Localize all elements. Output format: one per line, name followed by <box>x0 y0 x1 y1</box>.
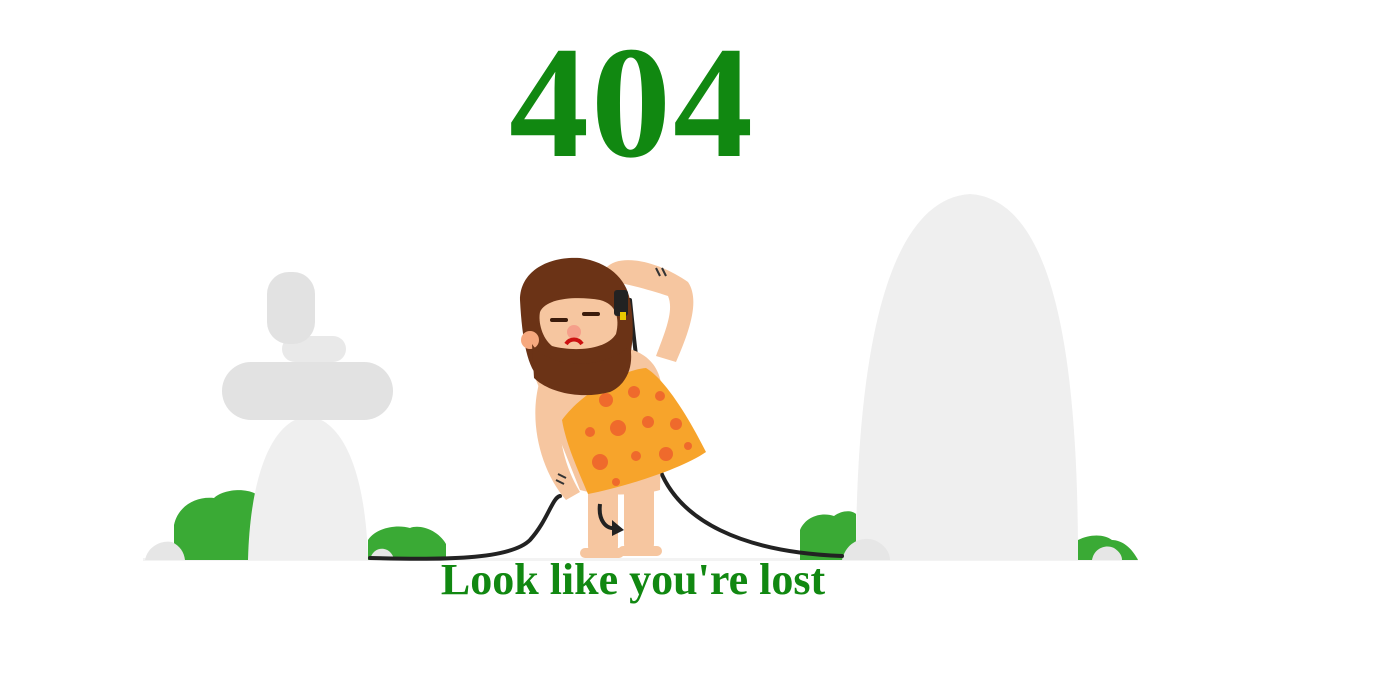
error-page: 404 Look like you're lost <box>0 0 1388 673</box>
bush-left <box>174 490 258 560</box>
lost-message: Look like you're lost <box>440 555 826 604</box>
tall-rock <box>856 194 1078 560</box>
